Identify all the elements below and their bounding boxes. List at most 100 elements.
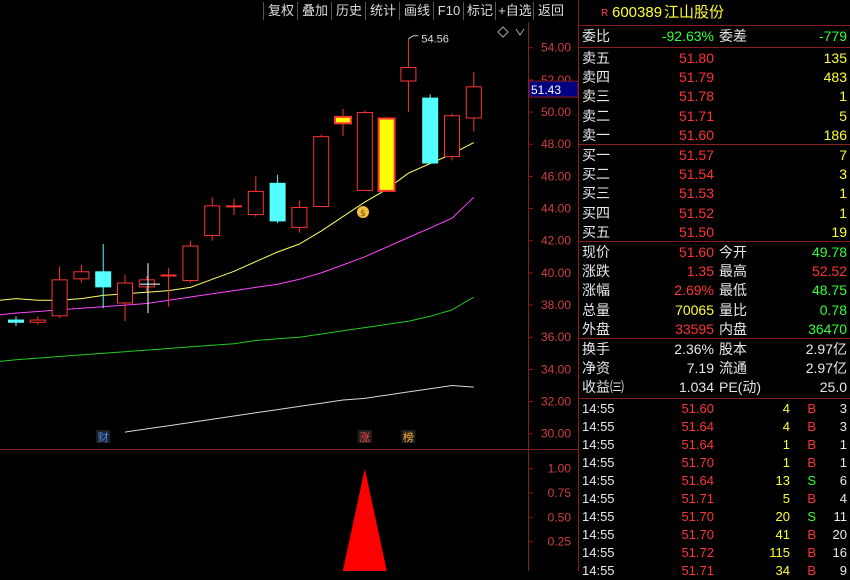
candle-body [204,205,221,236]
high-pointer [408,35,419,40]
tick-side: B [807,401,816,416]
stock-name: 江山股份 [664,4,725,21]
bid-price: 51.57 [678,147,714,163]
fin-value: 2.36% [674,341,714,357]
y-tick-label: 48.00 [541,137,571,151]
toolbar-button-8[interactable]: 返回 [533,2,568,20]
toolbar-button-4[interactable]: 画线 [399,2,434,20]
tick-volume: 5 [782,491,790,506]
candle-body [247,190,264,216]
stat-value: 70065 [675,301,714,318]
stat-label: 涨幅 [582,282,610,299]
ask-row: 卖一 51.60 186 [579,126,850,145]
stat-label: 现价 [582,244,610,260]
bid-label: 买四 [582,204,610,221]
tick-price: 51.72 [681,545,714,560]
stat-value: 49.78 [811,244,847,260]
candle-body [465,86,482,119]
stat-value: 2.69% [674,282,714,299]
indicator-tick-label: 0.75 [548,486,572,500]
chart-toolbar: 复权 叠加 历史 统计 画线 F10 标记 +自选 返回 [0,0,578,22]
separator [579,241,850,242]
fin-row: 换手 2.36% 股本 2.97亿 [579,340,850,359]
tick-side: B [807,455,816,470]
bid-volume: 7 [839,147,847,163]
ask-label: 卖一 [582,126,610,143]
tick-price: 51.71 [681,563,714,578]
ask-volume: 135 [823,50,847,66]
tick-price: 51.70 [681,527,714,542]
tick-side: S [807,509,816,524]
ask-label: 卖四 [582,69,610,86]
ma-line-3 [124,384,474,433]
separator [579,398,850,399]
marker-榜: 榜 [403,430,414,444]
diamond-icon [497,26,509,38]
ask-price: 51.71 [678,107,714,124]
stat-row: 外盘 33595 内盘 36470 [579,320,850,339]
tick-time: 14:55 [582,545,615,560]
stat-value: 0.78 [819,301,847,318]
candle-body [356,112,373,191]
tick-price: 51.71 [681,491,714,506]
tick-price: 51.64 [681,437,714,452]
ask-volume: 483 [823,69,847,86]
stat-label: 涨跌 [582,263,610,280]
tick-count: 16 [832,545,847,560]
fin-value: 25.0 [819,379,847,396]
toolbar-button-0[interactable]: 复权 [263,2,298,20]
toolbar-button-5[interactable]: F10 [433,2,464,20]
stat-label: 量比 [719,301,747,318]
y-tick-label: 30.00 [541,427,571,441]
candle-body [138,279,155,288]
tick-row: 14:55 51.70 41 B 20 [579,526,850,544]
candle-body [269,182,286,222]
ask-price: 51.79 [678,69,714,86]
stat-value: 1.35 [686,263,714,280]
stock-header: R 600389 江山股份 [579,3,850,23]
stat-label: 最高 [719,263,747,280]
ask-label: 卖二 [582,107,610,124]
fin-label: 股本 [719,341,747,357]
tick-side: B [807,419,816,434]
toolbar-button-1[interactable]: 叠加 [297,2,332,20]
tick-volume: 1 [782,455,790,470]
tick-volume: 34 [775,563,790,578]
bid-volume: 3 [839,166,847,183]
tick-count: 3 [839,401,847,416]
tick-row: 14:55 51.64 4 B 3 [579,418,850,436]
tick-time: 14:55 [582,437,615,452]
separator [579,338,850,339]
tick-row: 14:55 51.60 4 B 3 [579,400,850,418]
candle-body [95,271,112,288]
stat-value: 51.60 [678,244,714,260]
tick-side: B [807,527,816,542]
candle-body [313,136,330,207]
marker-涨: 涨 [359,431,370,444]
bid-row: 买三 51.53 1 [579,184,850,203]
bid-price: 51.54 [678,166,714,183]
stat-row: 总量 70065 量比 0.78 [579,301,850,320]
bid-price: 51.50 [678,223,714,240]
indicator-tick-label: 1.00 [548,462,572,476]
ask-price: 51.78 [678,88,714,105]
tick-row: 14:55 51.71 5 B 4 [579,490,850,508]
tick-side: S [807,473,816,488]
tick-price: 51.64 [681,419,714,434]
toolbar-button-3[interactable]: 统计 [365,2,400,20]
bid-price: 51.52 [678,204,714,221]
stat-label: 内盘 [719,320,747,337]
weibi-row: 委比 -92.63% 委差 -779 [579,27,850,46]
tick-volume: 13 [775,473,790,488]
toolbar-button-7[interactable]: +自选 [495,2,534,20]
tick-side: B [807,491,816,506]
ask-row: 卖四 51.79 483 [579,68,850,87]
tick-row: 14:55 51.64 1 B 1 [579,436,850,454]
toolbar-button-2[interactable]: 历史 [331,2,366,20]
stat-label: 总量 [582,301,610,318]
y-tick-label: 46.00 [541,169,571,183]
ask-label: 卖三 [582,88,610,105]
tick-volume: 1 [782,437,790,452]
kline-chart[interactable]: 54.0052.0050.0048.0046.0044.0042.0040.00… [0,22,578,571]
toolbar-button-6[interactable]: 标记 [463,2,496,20]
